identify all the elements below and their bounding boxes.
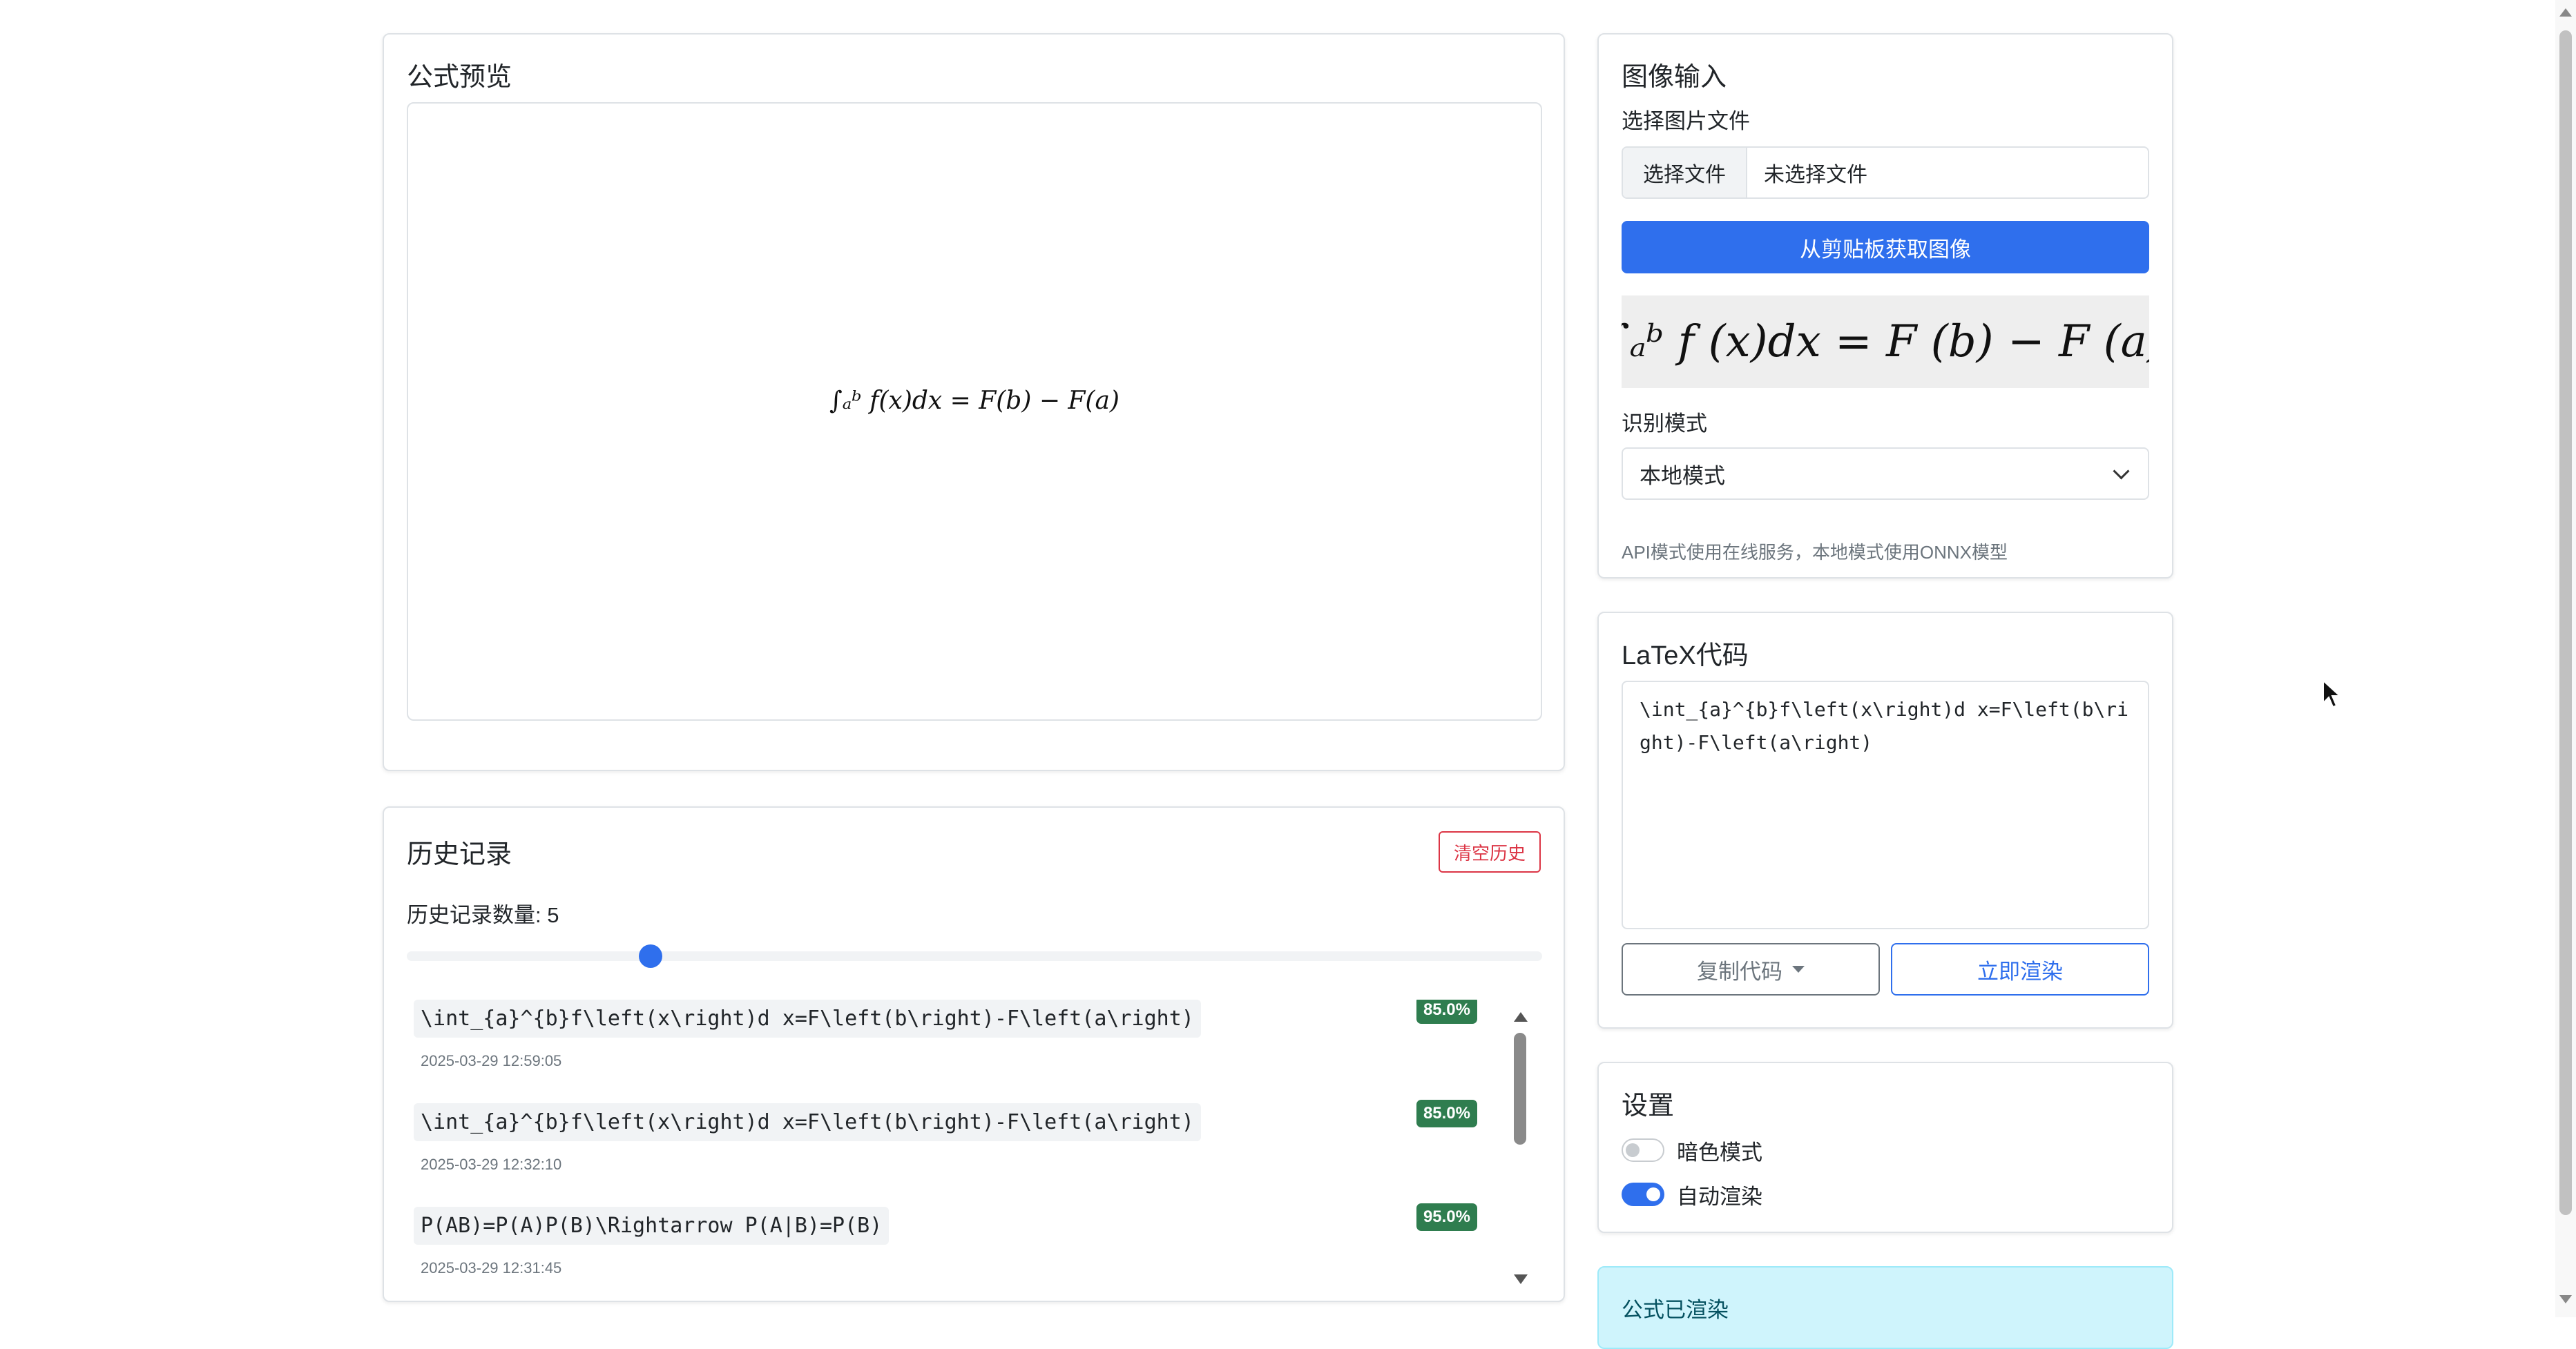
- history-scrollbar[interactable]: [1506, 1012, 1533, 1288]
- choose-file-button[interactable]: 选择文件: [1623, 148, 1747, 197]
- history-item[interactable]: \int_{a}^{b}f\left(x\right)d x=F\left(b\…: [407, 1000, 1512, 1103]
- caret-down-icon: [1792, 966, 1805, 973]
- scrollbar-thumb[interactable]: [1514, 1033, 1526, 1145]
- page-scrollbar[interactable]: [2555, 0, 2576, 1317]
- preview-box: ∫ₐᵇ f(x)dx = F(b) − F(a): [407, 102, 1542, 721]
- scroll-up-arrow-icon[interactable]: [1514, 1012, 1528, 1022]
- history-list: \int_{a}^{b}f\left(x\right)d x=F\left(b\…: [407, 1000, 1512, 1285]
- scroll-up-arrow-icon[interactable]: [2559, 8, 2572, 17]
- auto-render-row: 自动渲染: [1622, 1181, 1762, 1209]
- image-input-card: 图像输入 选择图片文件 选择文件 未选择文件 从剪贴板获取图像 ∫ₐᵇ f (x…: [1597, 33, 2173, 579]
- history-item[interactable]: P(AB)=P(A)P(B)\Rightarrow P(A|B)=P(B) 20…: [407, 1203, 1512, 1285]
- history-item-code[interactable]: \int_{a}^{b}f\left(x\right)d x=F\left(b\…: [414, 1103, 1201, 1141]
- status-message: 公式已渲染: [1622, 1298, 1729, 1322]
- history-item-time: 2025-03-29 12:59:05: [421, 1052, 562, 1069]
- copy-code-label: 复制代码: [1697, 959, 1782, 984]
- formula-preview-card: 公式预览 ∫ₐᵇ f(x)dx = F(b) − F(a): [383, 33, 1565, 771]
- file-label: 选择图片文件: [1622, 109, 1750, 133]
- mode-select-value: 本地模式: [1640, 463, 1725, 488]
- status-alert: 公式已渲染: [1597, 1266, 2173, 1349]
- history-count-slider[interactable]: [407, 951, 1542, 961]
- mouse-pointer-icon: [2323, 679, 2342, 708]
- dark-mode-toggle[interactable]: [1622, 1138, 1664, 1162]
- latex-title: LaTeX代码: [1622, 641, 1749, 670]
- scroll-down-arrow-icon[interactable]: [2559, 1295, 2572, 1303]
- latex-card: LaTeX代码 \int_{a}^{b}f\left(x\right)d x=F…: [1597, 612, 2173, 1029]
- chevron-down-icon: [2113, 463, 2130, 480]
- confidence-badge: 85.0%: [1416, 1100, 1477, 1127]
- paste-from-clipboard-button[interactable]: 从剪贴板获取图像: [1622, 221, 2149, 273]
- history-item-code[interactable]: P(AB)=P(A)P(B)\Rightarrow P(A|B)=P(B): [414, 1207, 890, 1245]
- history-count-label: 历史记录数量: 5: [407, 903, 559, 927]
- file-input[interactable]: 选择文件 未选择文件: [1622, 146, 2149, 199]
- auto-render-toggle[interactable]: [1622, 1183, 1664, 1206]
- input-image-formula: ∫ₐᵇ f (x)dx = F (b) − F (a): [1622, 316, 2149, 367]
- toggle-knob: [1626, 1143, 1640, 1157]
- file-status-text: 未选择文件: [1764, 164, 1867, 186]
- image-input-title: 图像输入: [1622, 63, 1727, 92]
- recognition-mode-select[interactable]: 本地模式: [1622, 447, 2149, 500]
- preview-title: 公式预览: [407, 63, 512, 92]
- settings-title: 设置: [1622, 1091, 1675, 1120]
- history-item-time: 2025-03-29 12:32:10: [421, 1156, 562, 1173]
- mode-help-text: API模式使用在线服务，本地模式使用ONNX模型: [1622, 542, 2008, 563]
- dark-mode-label: 暗色模式: [1677, 1140, 1762, 1165]
- confidence-badge: 95.0%: [1416, 1203, 1477, 1231]
- history-item-time: 2025-03-29 12:31:45: [421, 1259, 562, 1277]
- clear-history-button[interactable]: 清空历史: [1439, 831, 1541, 873]
- input-image-preview: ∫ₐᵇ f (x)dx = F (b) − F (a): [1622, 295, 2149, 388]
- settings-card: 设置 暗色模式 自动渲染: [1597, 1062, 2173, 1233]
- history-item[interactable]: \int_{a}^{b}f\left(x\right)d x=F\left(b\…: [407, 1100, 1512, 1207]
- dark-mode-row: 暗色模式: [1622, 1136, 1762, 1165]
- render-now-button[interactable]: 立即渲染: [1891, 943, 2149, 996]
- toggle-knob: [1646, 1187, 1660, 1201]
- page-scrollbar-thumb[interactable]: [2559, 30, 2572, 1215]
- history-item-code[interactable]: \int_{a}^{b}f\left(x\right)d x=F\left(b\…: [414, 1000, 1201, 1038]
- history-title: 历史记录: [407, 840, 512, 869]
- history-card: 历史记录 清空历史 历史记录数量: 5 \int_{a}^{b}f\left(x…: [383, 806, 1565, 1302]
- slider-thumb[interactable]: [639, 944, 662, 968]
- mode-label: 识别模式: [1622, 411, 1707, 436]
- scroll-down-arrow-icon[interactable]: [1514, 1274, 1528, 1284]
- auto-render-label: 自动渲染: [1677, 1184, 1762, 1209]
- confidence-badge: 85.0%: [1416, 1000, 1477, 1024]
- preview-formula: ∫ₐᵇ f(x)dx = F(b) − F(a): [829, 387, 1119, 415]
- copy-code-dropdown-button[interactable]: 复制代码: [1622, 943, 1880, 996]
- latex-code-textarea[interactable]: \int_{a}^{b}f\left(x\right)d x=F\left(b\…: [1622, 681, 2149, 929]
